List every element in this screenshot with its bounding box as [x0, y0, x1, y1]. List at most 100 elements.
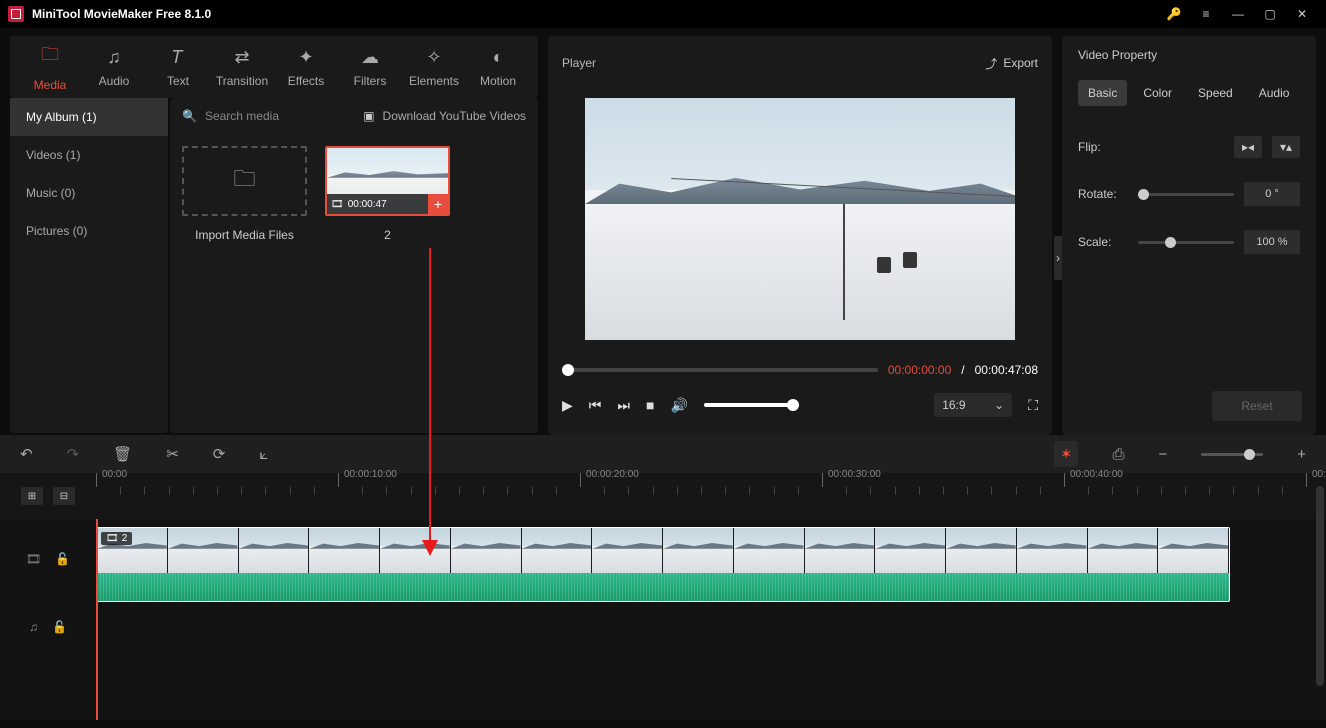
- expand-panel-button[interactable]: ›: [1054, 236, 1062, 280]
- download-youtube-link[interactable]: Download YouTube Videos: [383, 109, 526, 123]
- effects-icon: ✦: [298, 47, 313, 68]
- filters-icon: ☁: [361, 47, 379, 68]
- zoom-in-button[interactable]: +: [1297, 446, 1306, 463]
- app-title: MiniTool MovieMaker Free 8.1.0: [32, 7, 1158, 21]
- maximize-button[interactable]: ▢: [1254, 0, 1286, 28]
- speed-button[interactable]: ⟳: [213, 445, 226, 463]
- search-icon: 🔍: [182, 109, 197, 123]
- timeline: ↶ ↷ 🗑 ✂ ⟳ ⟀ ✶ ⎙ − + ⊞ ⊟ 00:0000:00:10:00…: [0, 435, 1326, 720]
- import-media-button[interactable]: 🗀: [182, 146, 307, 216]
- tab-media[interactable]: 🗀Media: [18, 34, 82, 100]
- props-title: Video Property: [1078, 48, 1300, 62]
- flip-label: Flip:: [1078, 140, 1128, 154]
- tab-audio[interactable]: ♫Audio: [82, 39, 146, 96]
- play-button[interactable]: ▶: [562, 397, 573, 414]
- rotate-label: Rotate:: [1078, 187, 1128, 201]
- menu-icon[interactable]: ≡: [1190, 0, 1222, 28]
- elements-icon: ✧: [426, 47, 441, 68]
- tab-text[interactable]: 𝑇Text: [146, 39, 210, 96]
- prop-tab-color[interactable]: Color: [1133, 80, 1182, 106]
- vertical-scrollbar[interactable]: [1316, 486, 1324, 686]
- flip-vertical-button[interactable]: ▾▴: [1272, 136, 1300, 158]
- remove-track-button[interactable]: ⊟: [53, 487, 75, 505]
- film-icon: 🎞: [331, 199, 344, 210]
- film-icon: 🎞: [106, 533, 119, 544]
- clip-duration: 00:00:47: [348, 199, 387, 210]
- rotate-value[interactable]: 0 °: [1244, 182, 1300, 206]
- tab-elements[interactable]: ✧Elements: [402, 39, 466, 96]
- volume-icon[interactable]: 🔊: [670, 397, 687, 414]
- undo-button[interactable]: ↶: [20, 445, 33, 463]
- app-logo-icon: [8, 6, 24, 22]
- player-panel: Player ⤴Export 00:00:00:00 / 00:00:47:08…: [548, 36, 1052, 435]
- fullscreen-button[interactable]: ⛶: [1028, 397, 1038, 414]
- add-track-button[interactable]: ⊞: [21, 487, 43, 505]
- audio-track-icon: ♫: [29, 620, 38, 634]
- redo-button[interactable]: ↷: [67, 445, 80, 463]
- album-videos[interactable]: Videos (1): [10, 136, 168, 174]
- minimize-button[interactable]: —: [1222, 0, 1254, 28]
- album-sidebar: My Album (1) Videos (1) Music (0) Pictur…: [10, 98, 168, 433]
- timeline-ruler[interactable]: ⊞ ⊟ 00:0000:00:10:0000:00:20:0000:00:30:…: [0, 473, 1326, 519]
- snap-button[interactable]: ⎙: [1112, 446, 1124, 463]
- tab-filters[interactable]: ☁Filters: [338, 39, 402, 96]
- zoom-slider[interactable]: [1201, 453, 1263, 456]
- media-clip-thumbnail[interactable]: 🎞 00:00:47 +: [325, 146, 450, 216]
- motion-icon: ◐: [493, 47, 504, 68]
- export-icon: ⤴: [985, 55, 997, 72]
- chevron-down-icon: ⌄: [994, 398, 1004, 412]
- export-button[interactable]: ⤴Export: [985, 55, 1038, 72]
- music-icon: ♫: [107, 47, 121, 68]
- tab-effects[interactable]: ✦Effects: [274, 39, 338, 96]
- prop-tab-audio[interactable]: Audio: [1249, 80, 1300, 106]
- split-button[interactable]: ✂: [166, 445, 179, 463]
- annotation-arrow: [429, 248, 431, 554]
- reset-button[interactable]: Reset: [1212, 391, 1302, 421]
- marker-button[interactable]: ✶: [1054, 441, 1079, 467]
- crop-button[interactable]: ⟀: [259, 446, 268, 463]
- search-input[interactable]: Search media: [205, 109, 355, 123]
- main-tabbar: 🗀Media ♫Audio 𝑇Text ⇄Transition ✦Effects…: [10, 36, 538, 98]
- flip-horizontal-button[interactable]: ▸◂: [1234, 136, 1262, 158]
- clip-name: 2: [384, 228, 391, 242]
- player-title: Player: [562, 56, 985, 70]
- tab-transition[interactable]: ⇄Transition: [210, 39, 274, 96]
- audio-waveform: [97, 573, 1229, 602]
- media-pane: 🔍 Search media ▣ Download YouTube Videos…: [170, 98, 538, 433]
- prop-tab-basic[interactable]: Basic: [1078, 80, 1127, 106]
- aspect-ratio-select[interactable]: 16:9⌄: [934, 393, 1012, 417]
- clip-badge: 2: [122, 533, 128, 544]
- rotate-slider[interactable]: [1138, 193, 1234, 196]
- lock-icon[interactable]: 🔓: [55, 552, 70, 566]
- scale-label: Scale:: [1078, 235, 1128, 249]
- zoom-out-button[interactable]: −: [1158, 446, 1167, 463]
- album-myalbum[interactable]: My Album (1): [10, 98, 168, 136]
- playhead[interactable]: [96, 519, 98, 720]
- scale-value[interactable]: 100 %: [1244, 230, 1300, 254]
- album-pictures[interactable]: Pictures (0): [10, 212, 168, 250]
- close-button[interactable]: ✕: [1286, 0, 1318, 28]
- album-music[interactable]: Music (0): [10, 174, 168, 212]
- volume-slider[interactable]: [704, 403, 799, 407]
- lock-icon[interactable]: 🔓: [52, 620, 67, 634]
- folder-icon: 🗀: [41, 42, 59, 72]
- stop-button[interactable]: ■: [646, 397, 654, 413]
- seek-slider[interactable]: [562, 368, 878, 372]
- scale-slider[interactable]: [1138, 241, 1234, 244]
- video-property-panel: › Video Property Basic Color Speed Audio…: [1062, 36, 1316, 435]
- time-sep: /: [961, 363, 964, 377]
- prev-frame-button[interactable]: ⏮: [589, 397, 602, 414]
- tab-motion[interactable]: ◐Motion: [466, 39, 530, 96]
- delete-button[interactable]: 🗑: [113, 445, 132, 463]
- timeline-clip[interactable]: 🎞2: [96, 527, 1230, 602]
- text-icon: 𝑇: [172, 47, 183, 68]
- video-preview[interactable]: [585, 98, 1015, 340]
- prop-tab-speed[interactable]: Speed: [1188, 80, 1243, 106]
- key-icon[interactable]: 🔑: [1158, 0, 1190, 28]
- transition-icon: ⇄: [234, 47, 249, 68]
- folder-icon: 🗀: [233, 162, 255, 200]
- titlebar: MiniTool MovieMaker Free 8.1.0 🔑 ≡ — ▢ ✕: [0, 0, 1326, 28]
- add-clip-button[interactable]: +: [428, 194, 448, 214]
- next-frame-button[interactable]: ⏭: [617, 397, 630, 414]
- time-current: 00:00:00:00: [888, 363, 951, 377]
